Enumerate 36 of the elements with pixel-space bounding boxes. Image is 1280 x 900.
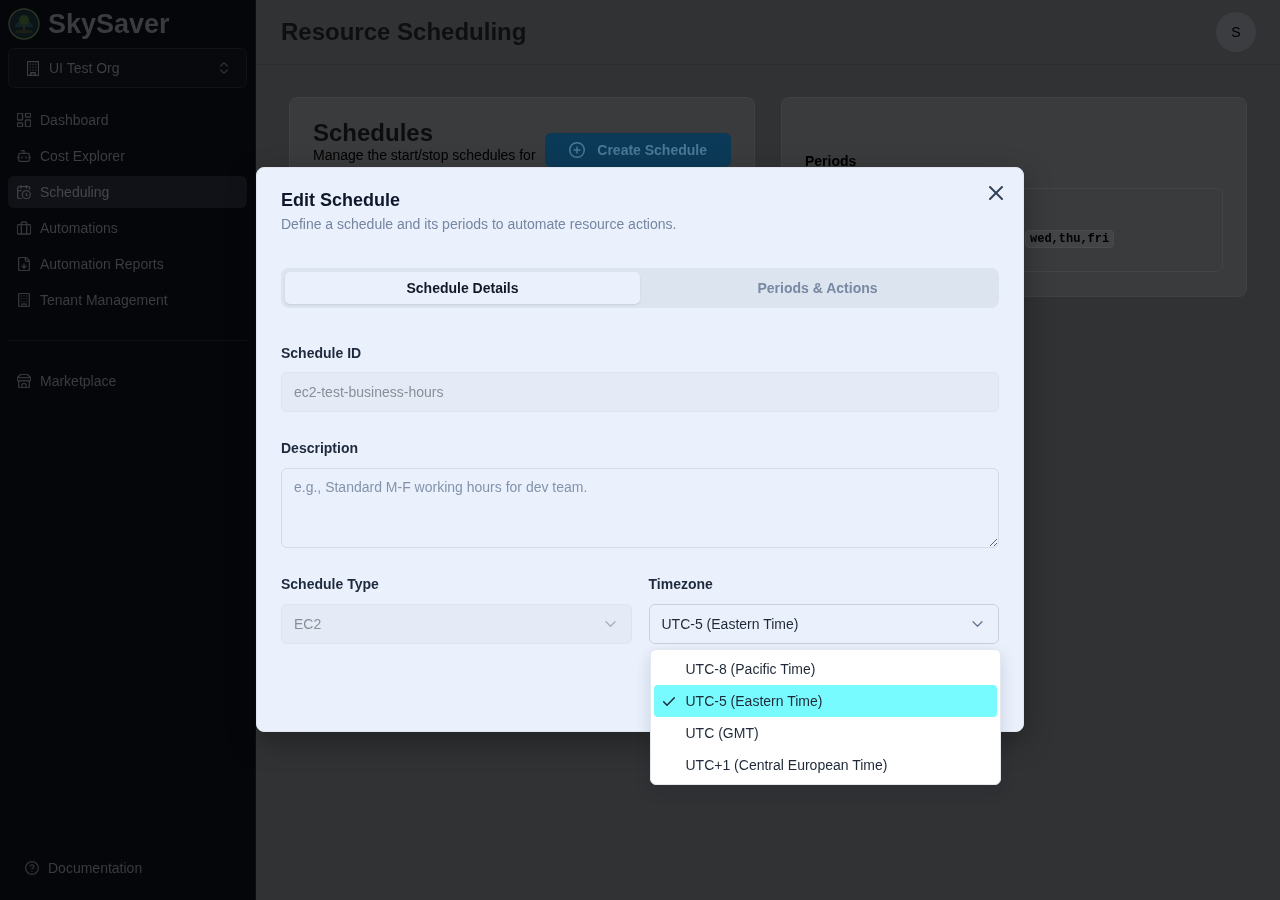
calendar-clock-icon (17, 185, 31, 199)
field-label: Timezone (648, 575, 713, 594)
up-down-chevron-icon (220, 62, 228, 74)
create-schedule-button[interactable]: Create Schedule (545, 133, 731, 167)
robot-icon (17, 149, 31, 163)
help-icon (25, 861, 39, 875)
dropdown-option[interactable]: UTC (GMT) (653, 717, 997, 749)
section-title: Periods (805, 152, 858, 171)
textarea-field[interactable]: e.g., Standard M-F working hours for dev team. (281, 468, 999, 548)
grid-icon (17, 113, 31, 127)
dialog-title: Edit Schedule (281, 189, 401, 212)
tab[interactable]: Periods & Actions (640, 272, 995, 304)
dropdown-option[interactable]: UTC+1 (Central European Time) (653, 749, 997, 781)
building-icon (27, 60, 39, 76)
building-icon (17, 293, 31, 307)
chevron-down-icon (604, 621, 616, 627)
close-icon (989, 186, 1003, 200)
dialog-subtitle: Define a schedule and its periods to automate resource actions. (281, 215, 677, 234)
store-icon (17, 374, 31, 388)
dropdown-option[interactable]: UTC-8 (Pacific Time) (653, 653, 997, 685)
plus-circle-icon (569, 142, 586, 158)
card-subtitle: Manage the start/stop schedules for (313, 146, 537, 165)
file-download-icon (17, 257, 31, 271)
close-button[interactable] (989, 186, 1003, 200)
briefcase-icon (17, 221, 31, 235)
chevron-down-icon (972, 621, 983, 627)
field-label: Description (281, 439, 358, 458)
user-avatar[interactable]: S (1216, 12, 1256, 52)
dropdown-option[interactable]: UTC-5 (Eastern Time) (653, 685, 997, 717)
field-label: Schedule Type (281, 575, 379, 594)
weekday-code: wed,thu,fri (1025, 230, 1115, 248)
tree-logo-icon (8, 8, 40, 40)
tab[interactable]: Schedule Details (285, 272, 640, 304)
field-label: Schedule ID (281, 344, 362, 363)
dropdown-select[interactable]: UTC-5 (Eastern Time) (648, 604, 999, 644)
check-icon (662, 696, 675, 706)
